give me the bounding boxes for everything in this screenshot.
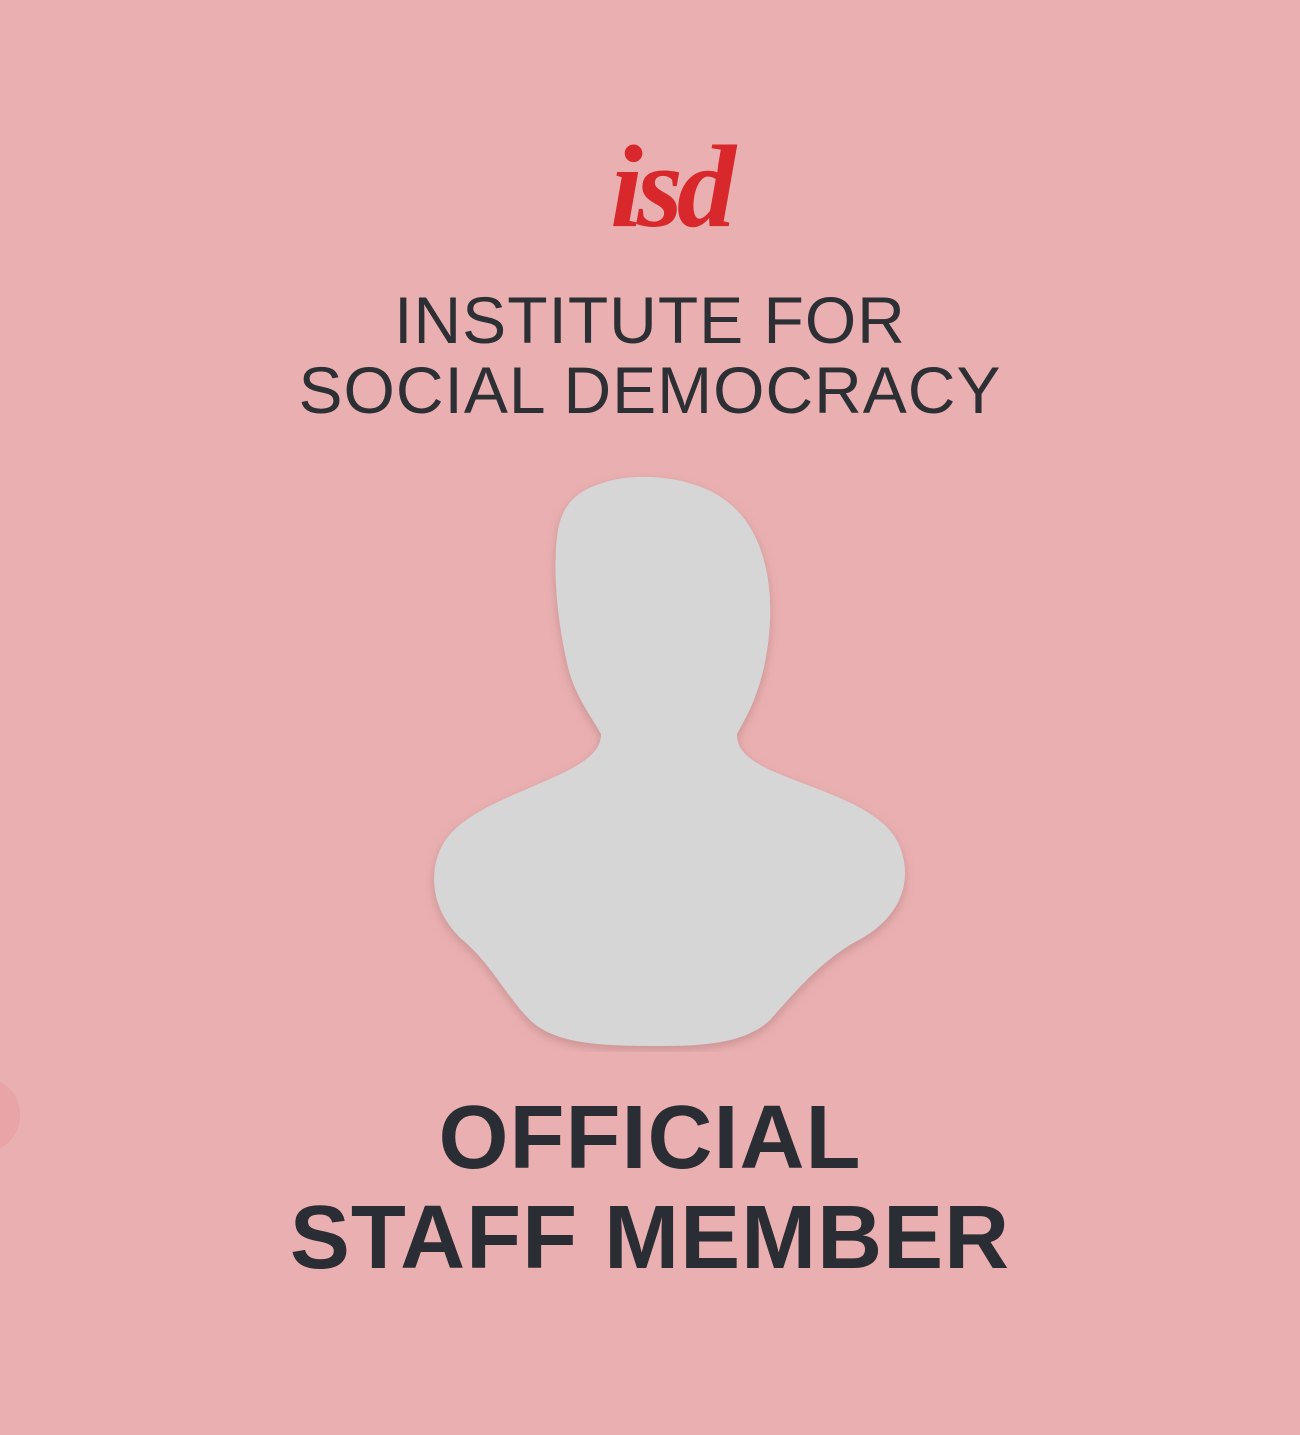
badge-title-line2: STAFF MEMBER bbox=[289, 1188, 1011, 1288]
badge-title-line1: OFFICIAL bbox=[438, 1088, 862, 1188]
isd-logo: isd bbox=[580, 118, 760, 253]
organization-name: INSTITUTE FOR SOCIAL DEMOCRACY bbox=[0, 285, 1300, 425]
photo-placeholder bbox=[425, 472, 915, 1052]
organization-name-line1: INSTITUTE FOR bbox=[394, 283, 906, 357]
badge-title: OFFICIAL STAFF MEMBER bbox=[0, 1088, 1300, 1288]
isd-logo-text: isd bbox=[610, 121, 738, 252]
organization-name-line2: SOCIAL DEMOCRACY bbox=[298, 353, 1002, 427]
staff-badge: isd INSTITUTE FOR SOCIAL DEMOCRACY OFFIC… bbox=[0, 0, 1300, 1435]
isd-logo-icon: isd bbox=[610, 121, 744, 252]
person-silhouette-icon bbox=[434, 476, 905, 1046]
